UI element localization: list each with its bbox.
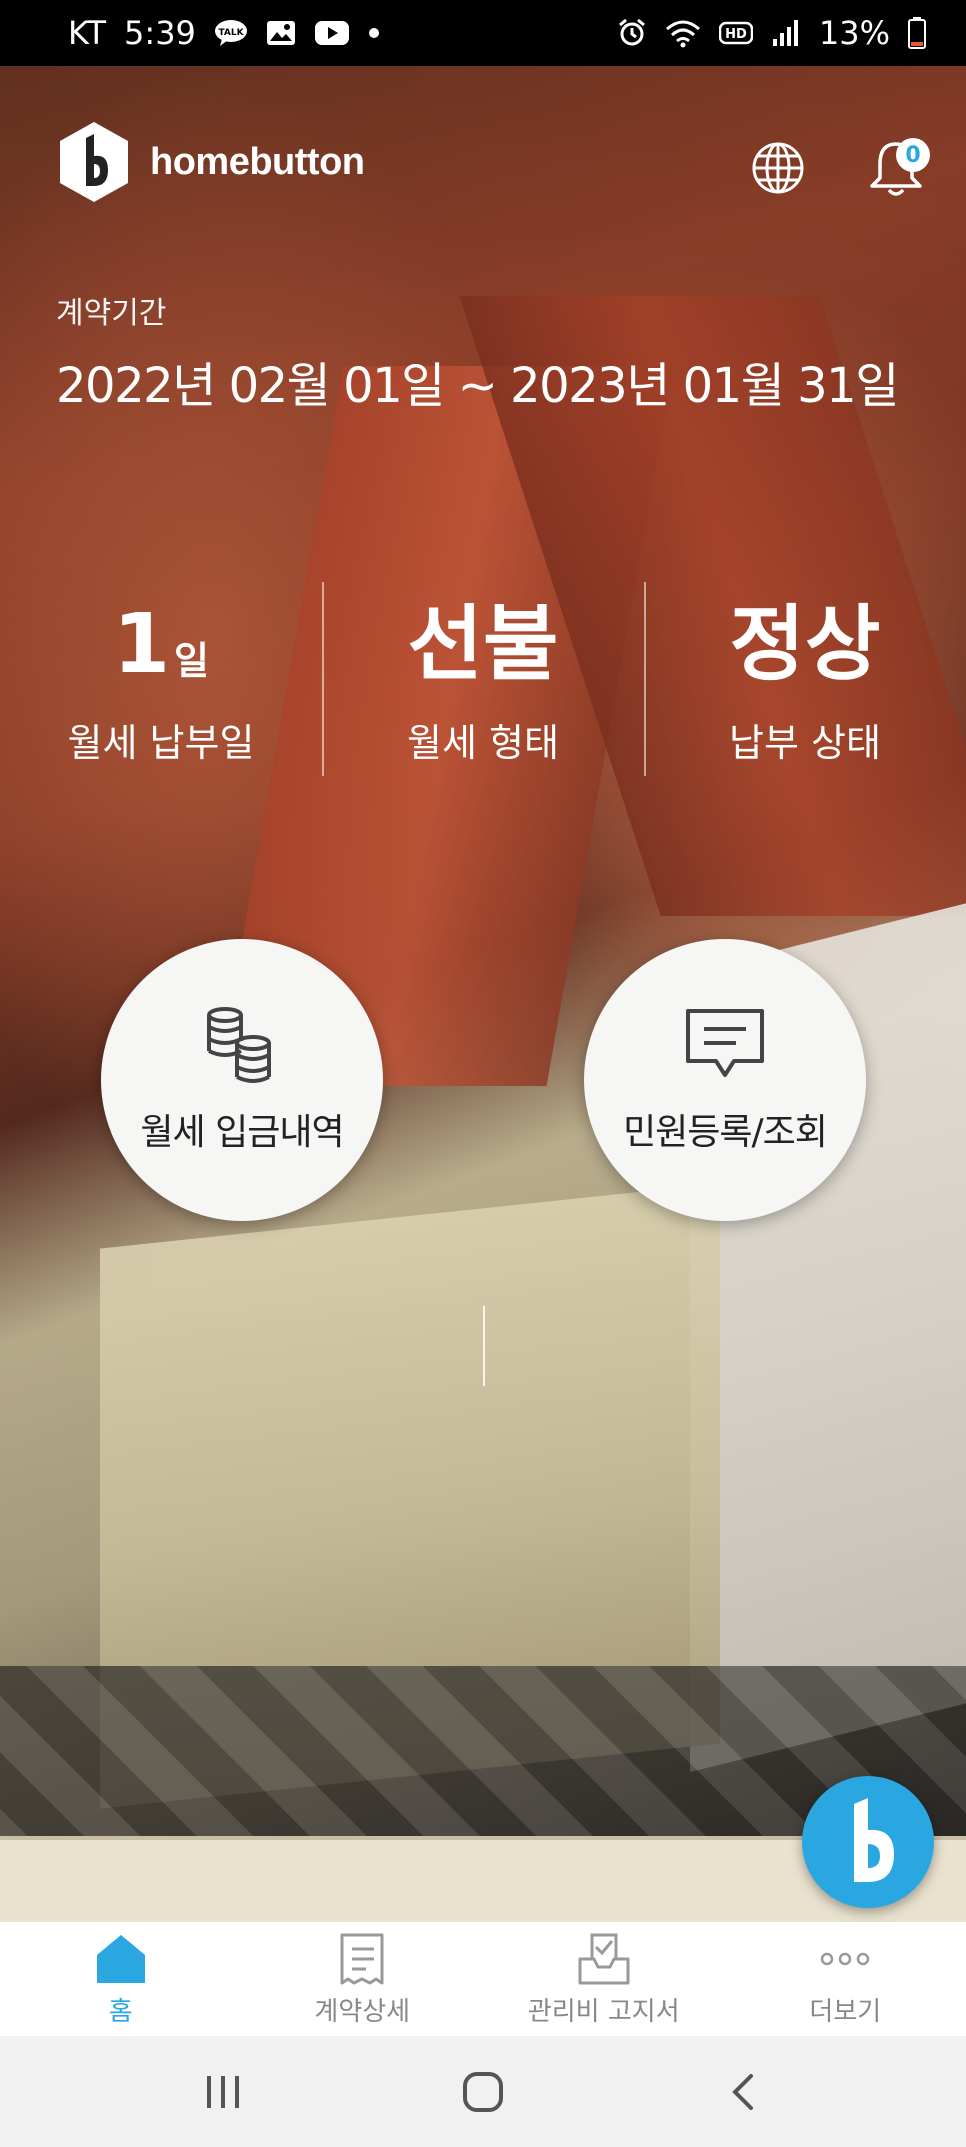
contract-stats: 1 일 월세 납부일 선불 월세 형태 정상 납부 상태 xyxy=(0,590,966,780)
stat-value: 선불 xyxy=(407,597,559,692)
homebutton-fab[interactable] xyxy=(802,1776,934,1908)
nav-home[interactable]: 홈 xyxy=(0,1922,242,2036)
app-logo: homebutton xyxy=(56,120,365,204)
youtube-icon xyxy=(314,20,350,46)
status-left: KT 5:39 TALK xyxy=(68,14,380,52)
status-right: HD 13% xyxy=(617,14,926,52)
dot-icon xyxy=(368,27,380,39)
talk-badge-text: TALK xyxy=(218,28,244,38)
more-icon xyxy=(821,1952,870,1965)
stat-rent-type: 선불 월세 형태 xyxy=(322,590,644,780)
recent-apps-icon xyxy=(207,2075,239,2108)
inbox-check-icon xyxy=(578,1933,630,1984)
stat-payment-day: 1 일 월세 납부일 xyxy=(0,590,322,780)
rent-history-button[interactable]: 월세 입금내역 xyxy=(101,939,383,1221)
carrier-text: KT xyxy=(68,14,107,52)
nav-maintenance-bill[interactable]: 관리비 고지서 xyxy=(483,1922,725,2036)
home-system-button[interactable] xyxy=(453,2062,513,2122)
globe-icon xyxy=(752,142,804,194)
gallery-icon xyxy=(266,20,296,46)
stat-divider xyxy=(322,582,324,776)
home-icon xyxy=(96,1934,145,1983)
nav-more-label: 더보기 xyxy=(809,1996,882,2027)
clock-text: 5:39 xyxy=(124,14,196,52)
language-button[interactable] xyxy=(750,140,806,196)
stat-label: 월세 납부일 xyxy=(67,721,255,765)
back-button[interactable] xyxy=(713,2062,773,2122)
battery-percent: 13% xyxy=(818,14,890,52)
hd-icon: HD xyxy=(718,20,753,46)
battery-icon xyxy=(908,17,926,49)
system-navigation-bar xyxy=(0,2036,966,2147)
notification-badge: 0 xyxy=(896,138,930,172)
complaint-button[interactable]: 민원등록/조회 xyxy=(584,939,866,1221)
scroll-indicator xyxy=(483,1306,485,1386)
logo-text: homebutton xyxy=(150,140,365,183)
nav-contract-detail[interactable]: 계약상세 xyxy=(242,1922,484,2036)
nav-home-label: 홈 xyxy=(108,1996,133,2027)
coins-icon xyxy=(207,1007,271,1083)
contract-period-value: 2022년 02월 01일 ~ 2023년 01월 31일 xyxy=(56,358,899,414)
alarm-icon xyxy=(617,18,647,48)
document-icon xyxy=(340,1933,384,1984)
stat-label: 납부 상태 xyxy=(729,721,881,765)
home-outline-icon xyxy=(463,2071,503,2112)
contract-period-label: 계약기간 xyxy=(56,296,167,331)
rent-history-label: 월세 입금내역 xyxy=(140,1112,344,1153)
message-icon xyxy=(686,1009,764,1077)
hd-icon-text: HD xyxy=(725,27,747,42)
homebutton-logo-icon xyxy=(60,122,128,202)
back-icon xyxy=(732,2073,753,2110)
stat-label: 월세 형태 xyxy=(407,721,559,765)
stat-divider xyxy=(644,582,646,776)
talk-icon: TALK xyxy=(214,19,248,47)
stat-payment-status: 정상 납부 상태 xyxy=(644,590,966,780)
nav-bill-label: 관리비 고지서 xyxy=(527,1996,680,2027)
nav-more[interactable]: 더보기 xyxy=(725,1922,966,2036)
stat-value: 1 xyxy=(112,597,171,692)
nav-contract-label: 계약상세 xyxy=(314,1996,411,2027)
homebutton-logo-icon xyxy=(854,1798,894,1882)
bottom-navigation: 홈 계약상세 관리비 고지서 더보기 xyxy=(0,1922,966,2036)
signal-icon xyxy=(771,19,801,47)
wifi-icon xyxy=(665,18,701,48)
complaint-label: 민원등록/조회 xyxy=(623,1112,828,1153)
recent-apps-button[interactable] xyxy=(193,2062,253,2122)
stat-value: 정상 xyxy=(729,597,881,692)
stat-unit: 일 xyxy=(174,639,210,683)
status-bar: KT 5:39 TALK HD 13% xyxy=(0,0,966,66)
